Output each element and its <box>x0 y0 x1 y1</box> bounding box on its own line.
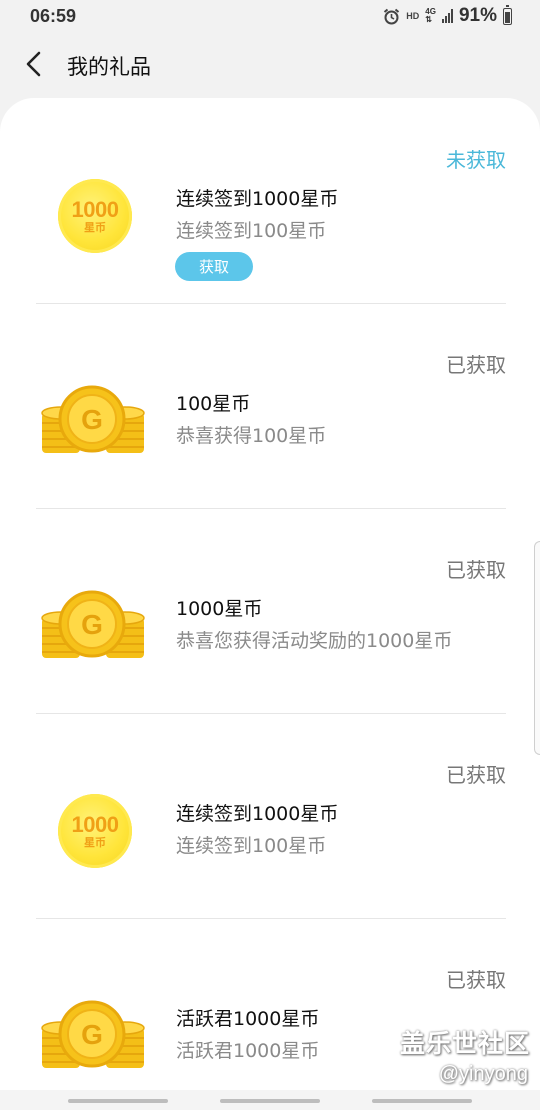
gift-status: 已获取 <box>446 763 506 787</box>
nav-home-button[interactable] <box>220 1099 320 1103</box>
gift-item: 已获取 G 活跃君1000星币 活跃君1000星币 <box>36 918 506 1110</box>
coin-stack-icon: G <box>36 996 148 1074</box>
status-icons: HD 4G ⇅ 91% <box>383 4 512 27</box>
signal-icon <box>441 9 453 23</box>
scrollbar[interactable] <box>534 541 540 755</box>
coin-stack-icon: G <box>36 586 148 664</box>
network-indicator: 4G ⇅ <box>425 7 436 24</box>
watermark-handle: @yinyong <box>438 1063 528 1085</box>
app-header: 我的礼品 <box>0 34 540 96</box>
coin-amount: 1000 <box>71 811 119 837</box>
watermark-title: 盖乐世社区 <box>399 1029 530 1058</box>
gift-subtitle: 恭喜您获得活动奖励的1000星币 <box>176 630 453 652</box>
gift-title: 100星币 <box>176 393 251 415</box>
hd-indicator: HD <box>406 11 420 21</box>
coin-amount: 1000 <box>71 196 119 222</box>
battery-icon <box>503 4 512 25</box>
gift-title: 连续签到1000星币 <box>176 188 339 210</box>
gift-item: 已获取 G 100星币 恭喜获得100星币 <box>36 303 506 509</box>
alarm-icon <box>384 8 400 24</box>
chevron-left-icon <box>26 51 41 77</box>
gift-status: 已获取 <box>446 968 506 992</box>
gift-item: 已获取 G 1000星币 恭喜您获得活动奖励的1000星币 <box>36 508 506 714</box>
status-bar: 06:59 HD 4G ⇅ 91% <box>0 0 540 34</box>
coin-letter: G <box>81 404 103 435</box>
coin-1000-icon: 1000 星币 <box>36 176 148 254</box>
gift-subtitle: 活跃君1000星币 <box>176 1040 320 1062</box>
gift-status: 未获取 <box>446 148 506 172</box>
coin-1000-icon: 1000 星币 <box>36 791 148 869</box>
gift-subtitle: 连续签到100星币 <box>176 835 327 857</box>
gift-list: 未获取 1000 星币 连续签到1000星币 连续签到100星币 获取 已获取 <box>0 98 540 1110</box>
gift-title: 1000星币 <box>176 598 263 620</box>
coin-unit: 星币 <box>84 835 106 849</box>
battery-percent: 91% <box>458 5 497 26</box>
nav-recents-button[interactable] <box>68 1099 168 1103</box>
gift-subtitle: 连续签到100星币 <box>176 220 327 242</box>
gift-subtitle: 恭喜获得100星币 <box>176 425 327 447</box>
coin-letter: G <box>81 1019 103 1050</box>
gift-status: 已获取 <box>446 558 506 582</box>
coin-unit: 星币 <box>84 220 106 234</box>
system-nav-bar <box>0 1090 540 1110</box>
gift-status: 已获取 <box>446 353 506 377</box>
nav-back-button[interactable] <box>372 1099 472 1103</box>
gift-title: 活跃君1000星币 <box>176 1008 320 1030</box>
coin-letter: G <box>81 609 103 640</box>
claim-button[interactable]: 获取 <box>175 252 253 281</box>
back-button[interactable] <box>18 48 50 80</box>
gift-title: 连续签到1000星币 <box>176 803 339 825</box>
page-title: 我的礼品 <box>67 55 151 79</box>
status-time: 06:59 <box>30 6 77 26</box>
gift-item: 已获取 1000 星币 连续签到1000星币 连续签到100星币 <box>36 713 506 919</box>
coin-stack-icon: G <box>36 381 148 459</box>
gift-item: 未获取 1000 星币 连续签到1000星币 连续签到100星币 获取 <box>36 98 506 304</box>
